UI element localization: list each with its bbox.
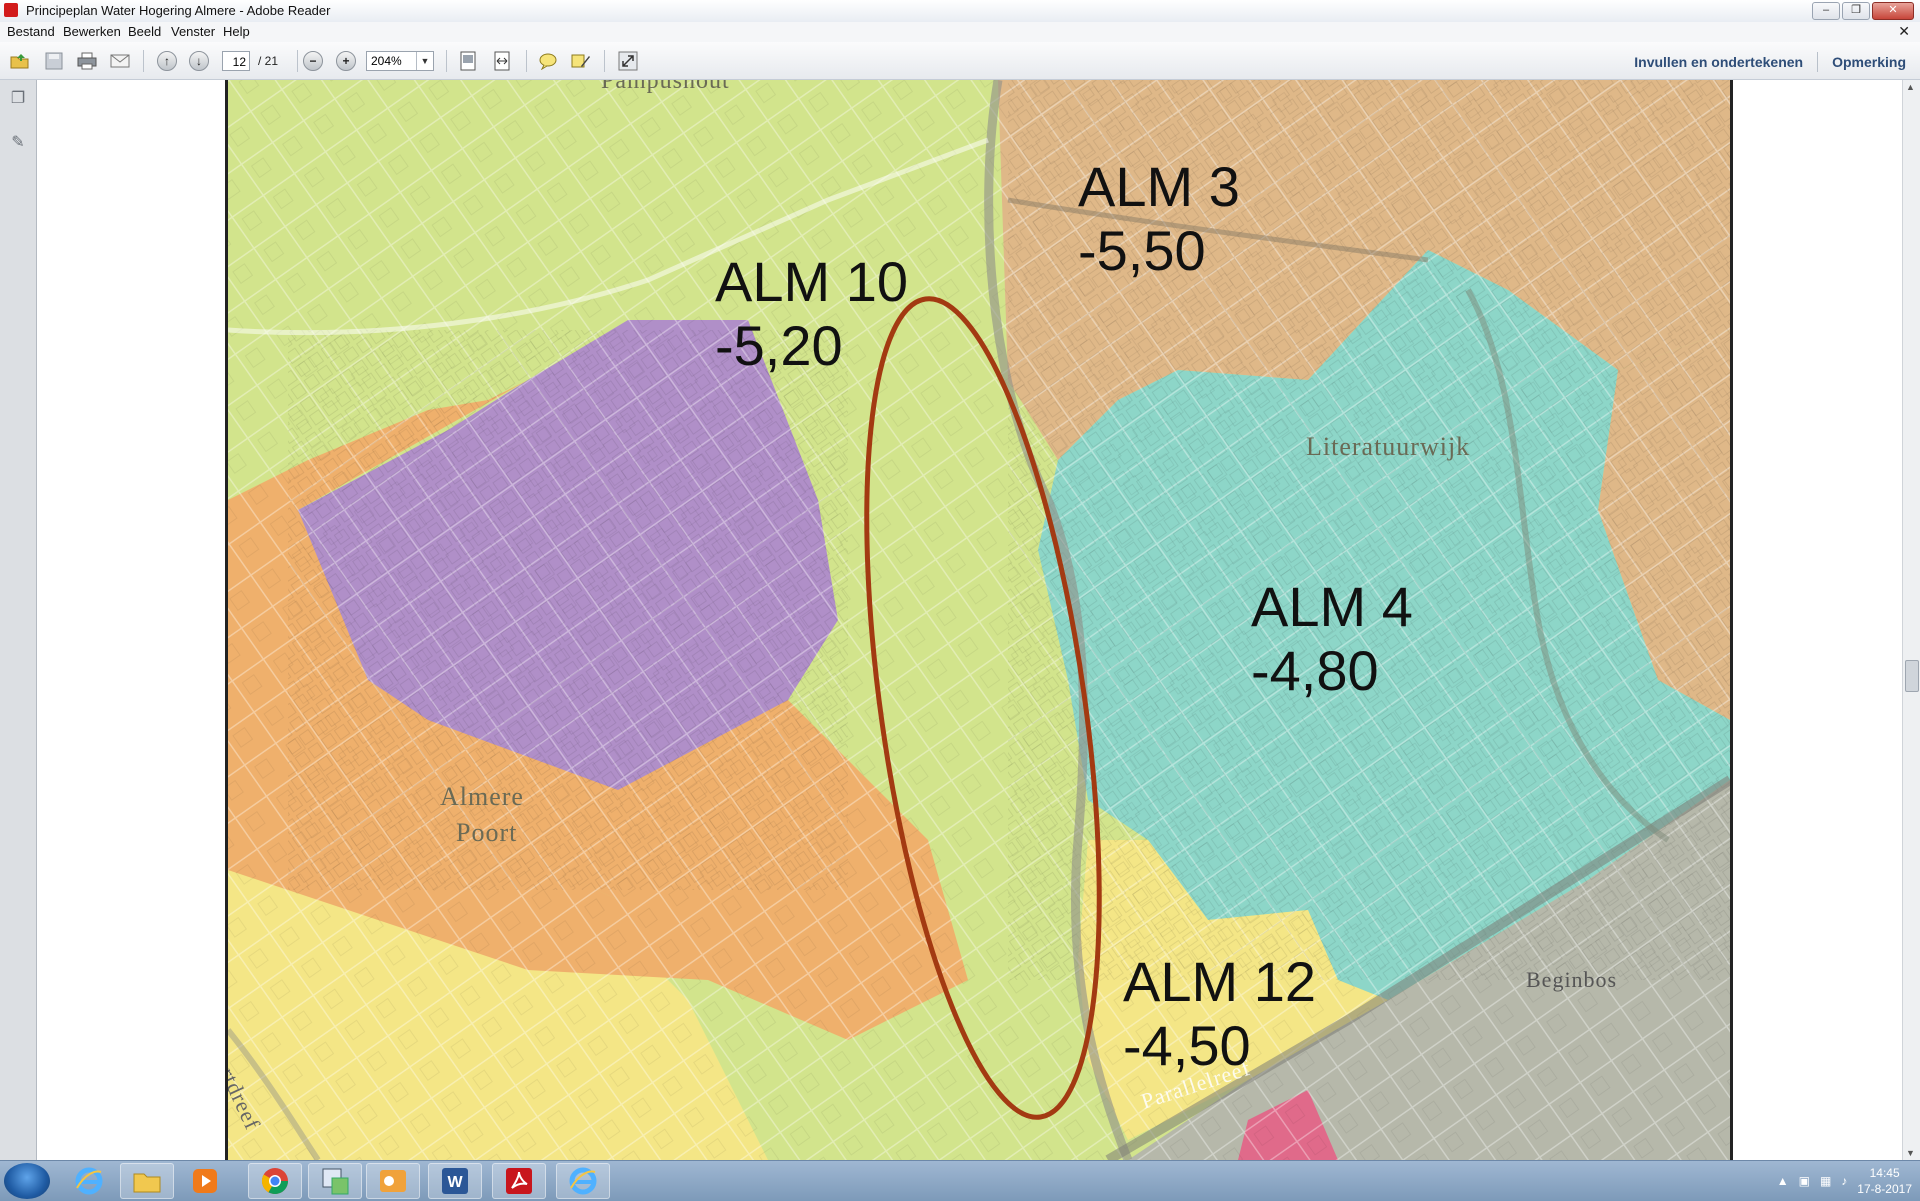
restore-button[interactable]: ❐ <box>1842 2 1870 20</box>
close-button[interactable]: ✕ <box>1872 2 1914 20</box>
chevron-down-icon[interactable]: ▼ <box>416 52 433 70</box>
network-icon[interactable]: ▦ <box>1820 1174 1831 1188</box>
save-icon[interactable] <box>43 50 65 72</box>
highlight-icon[interactable] <box>570 50 592 72</box>
next-page-icon[interactable]: ↓ <box>188 50 210 72</box>
clock-date: 17-8-2017 <box>1857 1182 1912 1196</box>
map-label-poort: Poort <box>456 818 518 847</box>
menu-beeld[interactable]: Beeld <box>128 24 161 39</box>
zoom-out-icon[interactable]: − <box>302 50 324 72</box>
menu-bewerken[interactable]: Bewerken <box>63 24 121 39</box>
fit-page-icon[interactable] <box>457 50 479 72</box>
pages-panel-icon[interactable]: ❐ <box>8 88 28 108</box>
comment-icon[interactable] <box>537 50 559 72</box>
menu-help[interactable]: Help <box>223 24 250 39</box>
email-icon[interactable] <box>109 50 131 72</box>
word-icon[interactable]: W <box>428 1163 482 1199</box>
navigation-pane: ❐ ✎ <box>0 80 37 1160</box>
map-label-pampushout: Pampushout <box>601 80 730 94</box>
scrollbar-thumb[interactable] <box>1905 660 1919 692</box>
zone-level: -5,20 <box>715 314 843 377</box>
fit-width-icon[interactable] <box>491 50 513 72</box>
zoom-select[interactable]: 204% ▼ <box>366 51 434 71</box>
zone-level: -4,80 <box>1251 639 1379 702</box>
fill-sign-link[interactable]: Invullen en ondertekenen <box>1634 54 1803 70</box>
map-image <box>228 80 1730 1160</box>
start-button[interactable] <box>4 1163 50 1199</box>
zone-label-alm10: ALM 10 -5,20 <box>715 250 908 378</box>
adobe-reader-icon <box>4 3 18 17</box>
menu-venster[interactable]: Venster <box>171 24 215 39</box>
page-total: / 21 <box>258 54 279 68</box>
comment-link[interactable]: Opmerking <box>1832 54 1906 70</box>
window-title: Principeplan Water Hogering Almere - Ado… <box>26 3 331 18</box>
media-player-icon[interactable] <box>178 1163 232 1199</box>
system-tray: ▲ ▣ ▦ ♪ 14:45 17-8-2017 <box>1777 1165 1912 1197</box>
zone-level: -4,50 <box>1123 1014 1251 1077</box>
menu-bar: Bestand Bewerken Beeld Venster Help ✕ <box>0 22 1920 43</box>
taskbar: W ▲ ▣ ▦ ♪ 14:45 17-8-2017 <box>0 1160 1920 1201</box>
full-screen-icon[interactable] <box>617 50 639 72</box>
zone-name: ALM 12 <box>1123 950 1316 1013</box>
zone-label-alm12: ALM 12 -4,50 <box>1123 950 1316 1078</box>
map-label-almere: Almere <box>440 782 524 811</box>
page-number-input[interactable]: 12 <box>222 51 250 71</box>
show-hidden-icons[interactable]: ▲ <box>1777 1174 1789 1188</box>
close-document-icon[interactable]: ✕ <box>1898 23 1910 40</box>
print-icon[interactable] <box>76 50 98 72</box>
title-bar: Principeplan Water Hogering Almere - Ado… <box>0 0 1920 23</box>
clock[interactable]: 14:45 17-8-2017 <box>1857 1165 1912 1197</box>
chrome-icon[interactable] <box>248 1163 302 1199</box>
zone-label-alm3: ALM 3 -5,50 <box>1078 155 1240 283</box>
menu-bestand[interactable]: Bestand <box>7 24 55 39</box>
zone-label-alm4: ALM 4 -4,80 <box>1251 575 1413 703</box>
internet-explorer-icon[interactable] <box>62 1163 116 1199</box>
zone-name: ALM 3 <box>1078 155 1240 218</box>
zone-level: -5,50 <box>1078 219 1206 282</box>
outlook-icon[interactable] <box>366 1163 420 1199</box>
zone-name: ALM 4 <box>1251 575 1413 638</box>
adobe-reader-taskbar-icon[interactable] <box>492 1163 546 1199</box>
scroll-down-icon[interactable]: ▼ <box>1906 1148 1915 1158</box>
file-explorer-icon[interactable] <box>120 1163 174 1199</box>
vertical-scrollbar[interactable]: ▲ ▼ <box>1902 80 1920 1160</box>
map-label-literatuurwijk: Literatuurwijk <box>1306 432 1471 461</box>
zone-name: ALM 10 <box>715 250 908 313</box>
previous-page-icon[interactable]: ↑ <box>156 50 178 72</box>
zoom-value: 204% <box>371 54 402 68</box>
map-label-beginbos: Beginbos <box>1526 967 1618 992</box>
network-app-icon[interactable] <box>308 1163 362 1199</box>
attachments-icon[interactable]: ✎ <box>8 132 28 152</box>
clock-time: 14:45 <box>1869 1166 1900 1180</box>
zoom-in-icon[interactable]: + <box>335 50 357 72</box>
pdf-page: Pampushout Literatuurwijk Almere Poort B… <box>225 80 1733 1160</box>
tray-app-icon[interactable]: ▣ <box>1799 1174 1810 1188</box>
volume-icon[interactable]: ♪ <box>1841 1174 1847 1188</box>
minimize-button[interactable]: – <box>1812 2 1840 20</box>
open-icon[interactable] <box>9 50 31 72</box>
svg-text:W: W <box>447 1174 463 1191</box>
scroll-up-icon[interactable]: ▲ <box>1906 82 1915 92</box>
document-area: Pampushout Literatuurwijk Almere Poort B… <box>37 80 1903 1160</box>
toolbar: ↑ ↓ 12 / 21 − + 204% ▼ Invullen en onder… <box>0 42 1920 80</box>
internet-explorer-window-icon[interactable] <box>556 1163 610 1199</box>
